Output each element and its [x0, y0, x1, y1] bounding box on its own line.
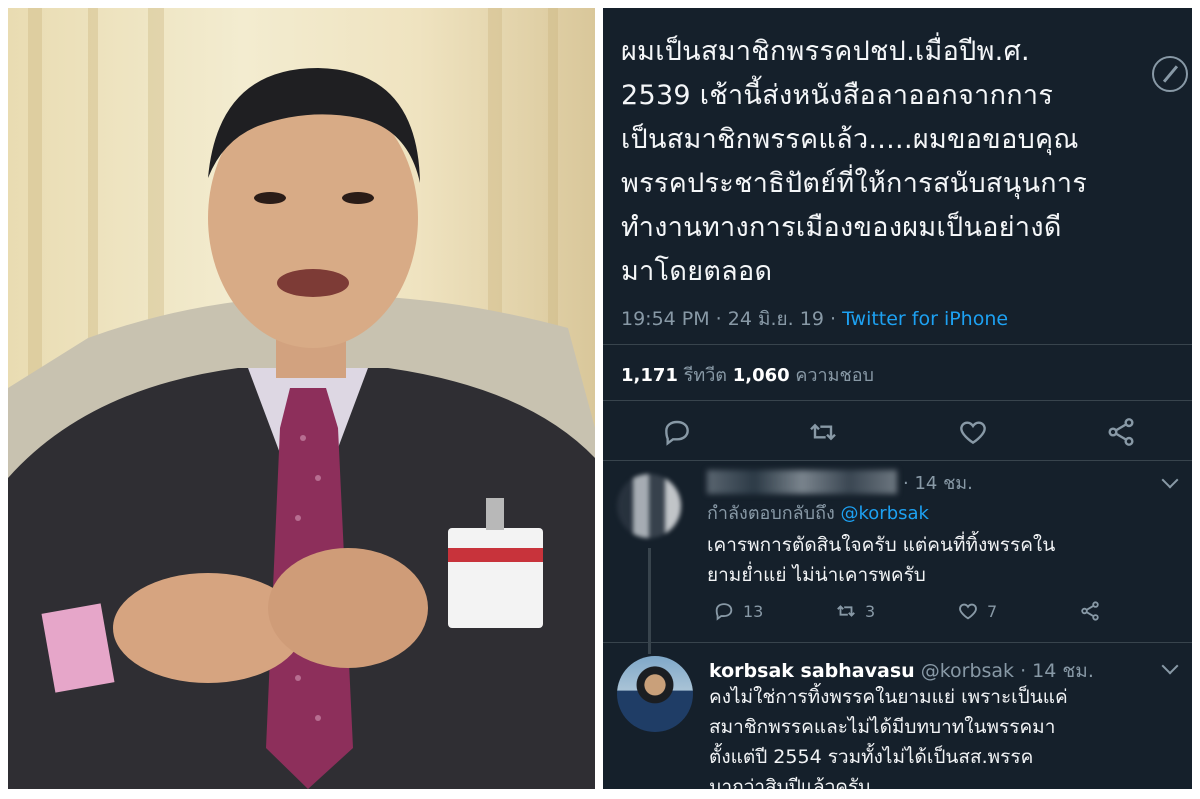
- retweet-count: 3: [865, 601, 876, 621]
- display-name[interactable]: korbsak sabhavasu: [709, 660, 915, 682]
- chevron-down-icon[interactable]: [1161, 471, 1179, 489]
- reply-text: คงไม่ใช่การทิ้งพรรคในยามแย่ เพราะเป็นแค่…: [709, 686, 1068, 789]
- like-count: 7: [987, 601, 998, 621]
- retweet-icon: [837, 605, 855, 617]
- chevron-down-icon[interactable]: [1161, 657, 1179, 675]
- share-icon[interactable]: [1105, 416, 1137, 448]
- thread-line: [648, 548, 651, 654]
- avatar[interactable]: [617, 474, 681, 538]
- handle-time: @korbsak · 14 ชม.: [914, 660, 1094, 682]
- retweet-label: รีทวีต: [677, 365, 733, 386]
- reply-icon: [715, 603, 733, 621]
- retweet-icon[interactable]: [807, 416, 839, 448]
- retweet-count[interactable]: 1,171: [621, 365, 678, 386]
- like-count[interactable]: 1,060: [733, 365, 790, 386]
- share-icon: [1081, 601, 1099, 621]
- tweet-time: 19:54 PM · 24 มิ.ย. 19 ·: [621, 308, 843, 330]
- reply-actions: 13 3 7: [707, 600, 1107, 630]
- tweet-action-bar: [603, 408, 1192, 458]
- retweet-button[interactable]: 3: [835, 600, 875, 622]
- replying-to: กำลังตอบกลับถึง @korbsak: [707, 498, 929, 527]
- like-icon: [959, 603, 977, 620]
- share-button[interactable]: [1079, 600, 1101, 622]
- edit-icon[interactable]: [1152, 56, 1188, 92]
- speaker-photo: [8, 8, 595, 789]
- reply-button[interactable]: 13: [713, 600, 763, 622]
- divider: [603, 642, 1192, 643]
- reply-icon[interactable]: [661, 416, 693, 448]
- reply-count: 13: [743, 601, 764, 621]
- tweet-source-link[interactable]: Twitter for iPhone: [842, 308, 1008, 330]
- divider: [603, 400, 1192, 401]
- mention-link[interactable]: @korbsak: [841, 503, 929, 524]
- reply-time: · 14 ชม.: [903, 473, 973, 494]
- replying-to-label: กำลังตอบกลับถึง: [707, 503, 841, 524]
- tweet-text: ผมเป็นสมาชิกพรรคปชป.เมื่อปีพ.ศ. 2539 เช้…: [621, 36, 1088, 287]
- like-icon[interactable]: [957, 416, 989, 448]
- like-button[interactable]: 7: [957, 600, 997, 622]
- tweet-panel: ผมเป็นสมาชิกพรรคปชป.เมื่อปีพ.ศ. 2539 เช้…: [603, 8, 1192, 789]
- tweet-meta: 19:54 PM · 24 มิ.ย. 19 · Twitter for iPh…: [621, 304, 1008, 334]
- like-label: ความชอบ: [789, 365, 874, 386]
- tweet-stats: 1,171 รีทวีต 1,060 ความชอบ: [621, 360, 874, 389]
- reply-text: เคารพการตัดสินใจครับ แต่คนที่ทิ้งพรรคใน …: [707, 534, 1056, 586]
- divider: [603, 344, 1192, 345]
- redacted-username: [707, 470, 897, 494]
- avatar[interactable]: [617, 656, 693, 732]
- divider: [603, 460, 1192, 461]
